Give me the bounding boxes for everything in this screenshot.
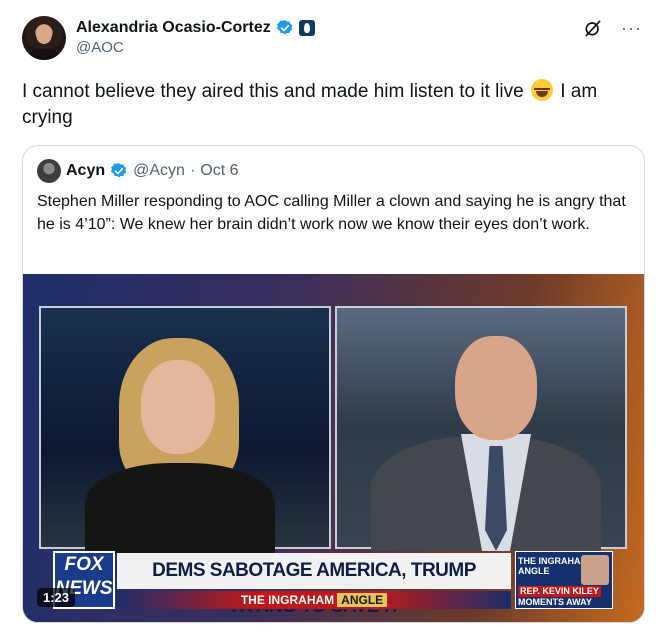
verified-badge-icon[interactable] — [276, 19, 294, 37]
quoted-tweet-date[interactable]: Oct 6 — [200, 162, 238, 180]
quoted-author-handle[interactable]: @Acyn — [133, 162, 185, 180]
tweet-text-part1: I cannot believe they aired this and mad… — [22, 81, 524, 102]
video-duration: 1:23 — [37, 588, 76, 607]
upcoming-guest-name: REP. KEVIN KILEY — [518, 586, 601, 597]
upcoming-guest-box: THE INGRAHAM ANGLE REP. KEVIN KILEY MOME… — [515, 551, 613, 609]
grok-icon[interactable] — [583, 18, 603, 38]
quoted-author-name[interactable]: Acyn — [66, 162, 105, 180]
tears-of-joy-emoji-icon — [530, 79, 553, 101]
quoted-tweet-text: Stephen Miller responding to AOC calling… — [37, 193, 626, 233]
author-name-row: Alexandria Ocasio-Cortez — [76, 17, 315, 39]
verified-badge-icon — [111, 163, 127, 178]
video-player[interactable]: FOX NEWS DEMS SABOTAGE AMERICA, TRUMP TR… — [23, 274, 644, 622]
author-avatar[interactable] — [22, 16, 66, 60]
quoted-author-avatar[interactable] — [37, 159, 61, 183]
tweet: Alexandria Ocasio-Cortez @AOC ··· I cann… — [0, 0, 660, 634]
upcoming-status: MOMENTS AWAY — [518, 597, 592, 607]
logo-line1: FOX — [64, 554, 104, 575]
avatar-face — [36, 25, 52, 44]
more-options-icon[interactable]: ··· — [621, 18, 642, 38]
show-name-suffix: ANGLE — [337, 593, 388, 607]
separator-dot: · — [189, 162, 196, 179]
quoted-tweet[interactable]: Acyn @Acyn · Oct 6 Stephen Miller respon… — [22, 145, 645, 623]
news-chyron: DEMS SABOTAGE AMERICA, TRUMP TRYING TO S… — [117, 553, 511, 617]
tweet-actions: ··· — [583, 18, 642, 38]
host-face — [141, 360, 215, 454]
avatar-shirt — [28, 49, 60, 60]
author-name[interactable]: Alexandria Ocasio-Cortez — [76, 19, 271, 37]
tweet-text: I cannot believe they aired this and mad… — [22, 79, 637, 131]
host-body — [85, 463, 275, 553]
host-video-panel — [39, 306, 331, 553]
author-handle[interactable]: @AOC — [76, 39, 124, 56]
upcoming-guest-photo — [581, 555, 609, 585]
show-name-bar: THE INGRAHAM ANGLE — [117, 591, 511, 609]
guest-face — [455, 336, 537, 440]
guest-video-panel — [335, 306, 627, 551]
show-name-prefix: THE INGRAHAM — [240, 593, 335, 607]
quoted-tweet-header: Acyn @Acyn · Oct 6 — [37, 159, 239, 183]
news-lower-third: FOX NEWS DEMS SABOTAGE AMERICA, TRUMP TR… — [53, 551, 613, 617]
government-affiliation-icon[interactable] — [298, 20, 315, 36]
